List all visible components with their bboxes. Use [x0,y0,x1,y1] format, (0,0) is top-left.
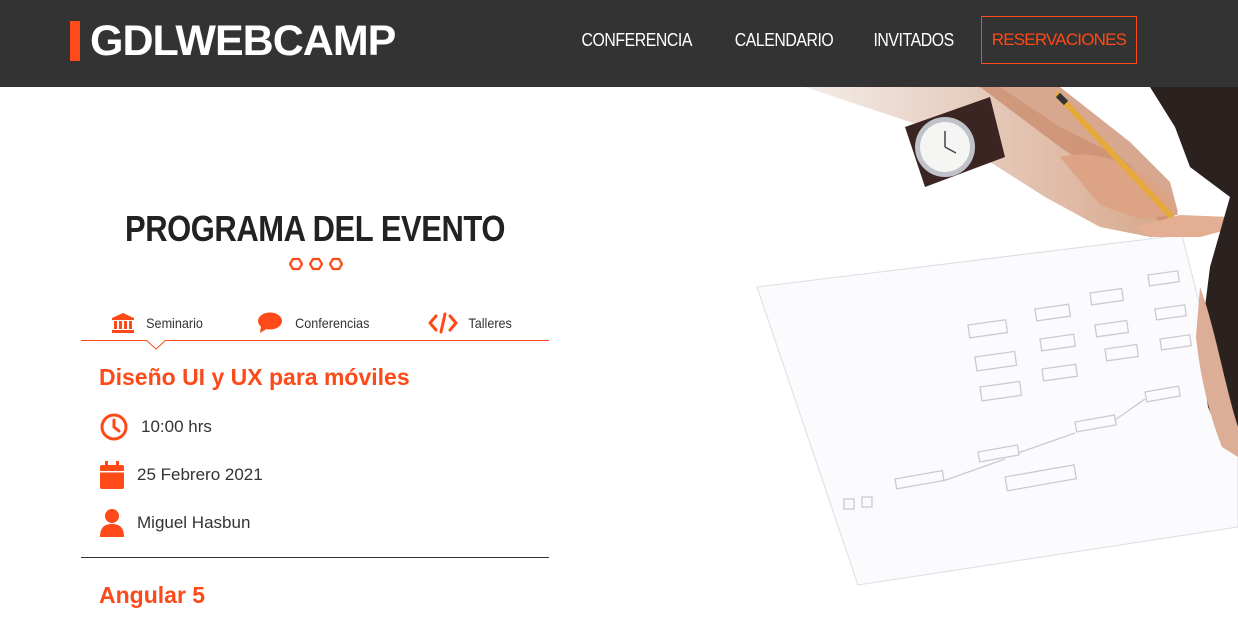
program-tabs: Seminario Conferencias Talleres [81,305,549,350]
main-nav: CONFERENCIA CALENDARIO INVITADOS RESERVA… [560,16,1138,64]
nav-conferencia[interactable]: CONFERENCIA [569,30,704,51]
site-logo[interactable]: GDLWEBCAMP [70,17,396,65]
tab-label-conferencias: Conferencias [294,314,370,331]
nav-calendario[interactable]: CALENDARIO [722,30,845,51]
comment-icon [257,312,282,333]
code-icon [428,312,458,333]
tab-label-talleres: Talleres [468,314,512,331]
nav-invitados[interactable]: INVITADOS [861,30,966,51]
session-title[interactable]: Diseño UI y UX para móviles [99,364,410,391]
tab-label-seminario: Seminario [146,314,204,331]
session-date: 25 Febrero 2021 [99,460,263,490]
logo-text: GDLWEBCAMP [90,17,396,65]
session-divider [81,557,549,558]
program-card: PROGRAMA DEL EVENTO Seminario Conferenci… [67,160,563,619]
session-speaker: Miguel Hasbun [99,508,250,538]
clock-icon [100,413,128,441]
calendar-icon [100,461,124,489]
session-date-text: 25 Febrero 2021 [137,465,263,484]
tab-conferencias[interactable]: Conferencias [237,305,393,340]
tab-seminario[interactable]: Seminario [81,305,237,350]
tab-talleres[interactable]: Talleres [393,305,549,340]
user-icon [100,509,124,537]
site-header: GDLWEBCAMP CONFERENCIA CALENDARIO INVITA… [0,0,1238,87]
session-title[interactable]: Angular 5 [99,582,205,609]
session-time: 10:00 hrs [99,412,212,442]
active-tab-pointer [146,340,166,350]
logo-accent-bar [70,21,80,61]
session-speaker-text[interactable]: Miguel Hasbun [137,513,250,533]
nav-reservaciones-button[interactable]: RESERVACIONES [980,16,1138,64]
session-time-text: 10:00 hrs [141,417,212,436]
bank-icon [112,312,135,333]
program-title: PROGRAMA DEL EVENTO [124,208,506,249]
hexagon-divider-icon [288,257,344,271]
